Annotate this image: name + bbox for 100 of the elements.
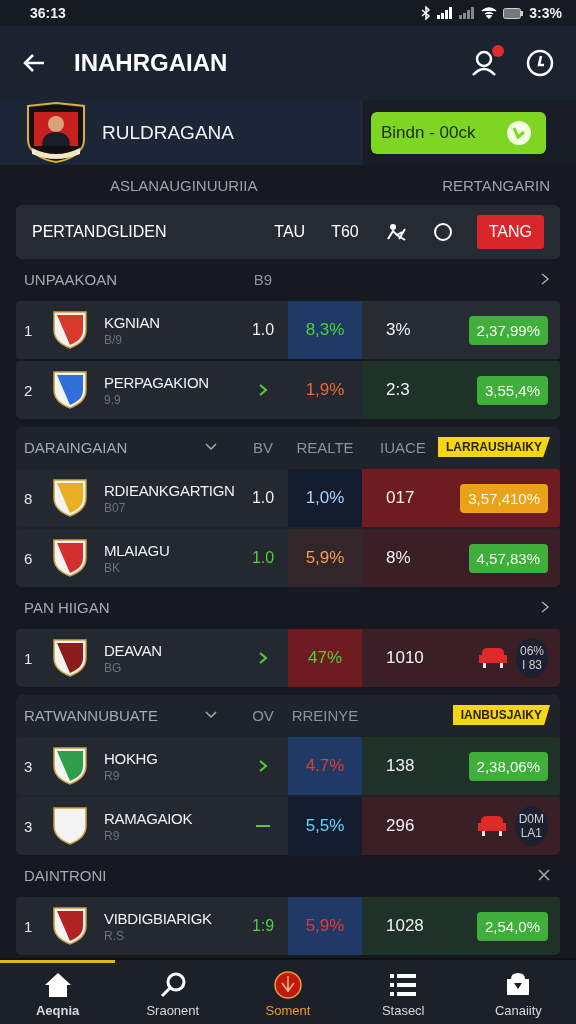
back-arrow-icon[interactable] <box>22 53 46 73</box>
team-name: PERPAGAKION <box>104 373 210 391</box>
percent-value: 1,0% <box>305 488 345 508</box>
team-code: B07 <box>104 500 127 515</box>
battery-percent: 3:3% <box>529 5 562 21</box>
club-crest-icon <box>24 101 88 164</box>
chevron-right-icon[interactable] <box>540 600 550 614</box>
team-name: HOKHG <box>104 749 159 767</box>
filter-title: PERTANDGLIDEN <box>32 223 168 241</box>
team-name: KGNIAN <box>104 313 161 331</box>
team-name: MLAIAGU <box>104 541 171 559</box>
user-icon[interactable] <box>470 49 498 77</box>
nav-tab[interactable]: Canaiity <box>460 960 576 1024</box>
stat-value: 2:3 <box>386 380 410 400</box>
signal-icon <box>437 7 454 19</box>
rank: 1 <box>24 321 34 339</box>
nav-tab[interactable]: Stasecl <box>345 960 461 1024</box>
team-row[interactable]: 1 KGNIAN B/9 1.0 8,3% 3% 2,37,99% <box>16 301 560 359</box>
chevron-right-icon[interactable] <box>540 272 550 286</box>
promo-badge: LARRAUSHAIKY <box>438 437 550 457</box>
percent-value: 8,3% <box>305 320 345 340</box>
team-row[interactable]: 3 HOKHG R9 4.7% 138 2,38,06% <box>16 737 560 795</box>
team-code: BG <box>104 660 123 675</box>
stat-value: 8% <box>386 548 411 568</box>
car-icon <box>477 647 508 669</box>
filter-tab[interactable]: T60 <box>329 219 361 245</box>
battery-icon <box>503 7 524 19</box>
nav-tab[interactable]: Aeqnia <box>0 960 116 1024</box>
team-code: 9.9 <box>104 392 122 407</box>
filter-tab[interactable]: TAU <box>272 219 308 245</box>
stat-value: 1010 <box>386 648 424 668</box>
rate-tag: 4,57,83% <box>468 543 548 573</box>
section-title: DAINTRONI <box>24 866 107 884</box>
odds-value: 1.0 <box>251 321 275 339</box>
rate-tag: 3,55,4% <box>476 375 548 405</box>
column-label: OV <box>251 706 275 724</box>
stat-value: 017 <box>386 488 415 508</box>
rate-tag: 2,37,99% <box>468 315 548 345</box>
rank: 8 <box>24 489 34 507</box>
team-code: R9 <box>104 828 121 843</box>
section-title: UNPAAKOAN <box>24 270 118 288</box>
close-icon[interactable] <box>538 869 550 881</box>
team-row[interactable]: 8 RDIEANKGARTIGN B07 1.0 1,0% 017 3,57,410% <box>16 469 560 527</box>
percent-value: 1,9% <box>305 380 345 400</box>
team-name: RULDRAGANA <box>102 121 235 144</box>
signal-icon <box>459 7 476 19</box>
section-title: PAN HIIGAN <box>24 598 110 616</box>
stat-value: 1028 <box>386 916 424 936</box>
rate-tag: 2,54,0% <box>476 911 548 941</box>
percent-value: 5,9% <box>305 548 345 568</box>
nav-tab[interactable]: Sraonent <box>115 960 231 1024</box>
odds-value: 1:9 <box>251 917 275 935</box>
stat-value: 138 <box>386 756 415 776</box>
team-name: RDIEANKGARTIGN <box>104 481 236 499</box>
car-stat: D0M LA1 <box>514 806 548 846</box>
team-name: VIBDIGBIARIGK <box>104 909 213 927</box>
promo-badge: IANBUSJAIKY <box>452 705 550 725</box>
column-label: B9 <box>252 270 274 288</box>
rank: 2 <box>24 381 34 399</box>
section-title: DARAINGAIAN <box>24 438 128 456</box>
column-label: RREINYE <box>290 706 360 724</box>
filter-tab[interactable]: TANG <box>476 215 544 249</box>
percent-value: 5,5% <box>305 816 345 836</box>
car-icon <box>476 815 507 837</box>
stat-value: 296 <box>386 816 415 836</box>
team-row[interactable]: 2 PERPAGAKION 9.9 1,9% 2:3 3,55,4% <box>16 361 560 419</box>
team-code: R9 <box>104 768 121 783</box>
team-row[interactable]: 3 RAMAGAIOK R9 5,5% 296 D0M LA1 <box>16 797 560 855</box>
percent-value: 4.7% <box>305 756 345 776</box>
clock-icon[interactable] <box>526 49 554 77</box>
team-code: R.S <box>104 928 125 943</box>
column-label: IUACE <box>380 438 426 456</box>
chevron-down-icon[interactable] <box>204 710 218 720</box>
rank: 1 <box>24 917 34 935</box>
subheader-label: ASLANAUGINUURIIA <box>110 176 258 194</box>
rank: 3 <box>24 757 34 775</box>
stat-value: 3% <box>386 320 411 340</box>
car-stat: 06% I 83 <box>515 638 548 678</box>
chevron-down-icon[interactable] <box>204 442 218 452</box>
rank: 6 <box>24 549 34 567</box>
subheader-label: RERTANGARIN <box>442 176 550 194</box>
column-label: REALTE <box>295 438 355 456</box>
percent-value: 5,9% <box>305 916 345 936</box>
section-title: RATWANNUBUATE <box>24 706 158 724</box>
rank: 3 <box>24 817 34 835</box>
action-button[interactable]: Bindn - 00ck <box>371 111 546 154</box>
team-code: B/9 <box>104 332 123 347</box>
team-row[interactable]: 6 MLAIAGU BK 1.0 5,9% 8% 4,57,83% <box>16 529 560 587</box>
rate-tag: 3,57,410% <box>460 483 548 513</box>
status-time: 36:13 <box>30 5 66 21</box>
check-icon <box>506 119 532 146</box>
percent-value: 47% <box>308 648 342 668</box>
team-name: DEAVAN <box>104 641 163 659</box>
column-label: BV <box>252 438 274 456</box>
page-title: INAHRGAIAN <box>74 49 229 77</box>
nav-tab[interactable]: Soment <box>230 960 346 1024</box>
rank: 1 <box>24 649 34 667</box>
team-row[interactable]: 1 DEAVAN BG 47% 1010 06% I 83 <box>16 629 560 687</box>
team-row[interactable]: 1 VIBDIGBIARIGK R.S 1:9 5,9% 1028 2,54,0% <box>16 897 560 955</box>
wifi-icon <box>481 7 498 19</box>
